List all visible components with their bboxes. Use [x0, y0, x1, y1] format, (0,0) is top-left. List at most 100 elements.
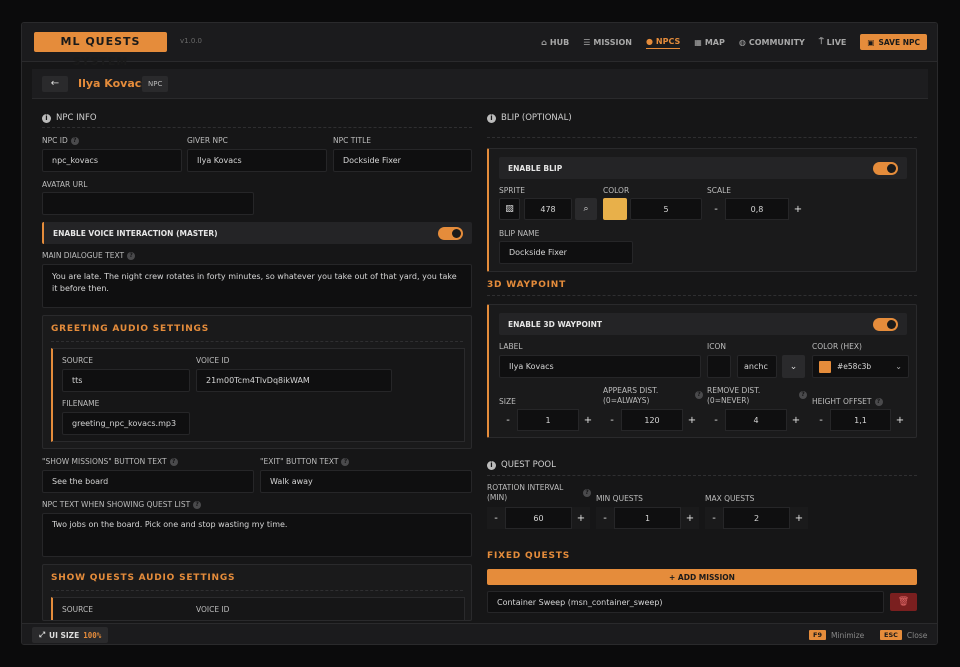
nav-mission[interactable]: ☰ MISSION: [583, 32, 632, 52]
add-mission-button[interactable]: + ADD MISSION: [487, 569, 917, 585]
info-icon: i: [487, 460, 496, 470]
antenna-icon: ⍑: [818, 37, 824, 46]
decrement-button[interactable]: -: [707, 198, 725, 220]
rotation-interval-stepper[interactable]: -60 +: [487, 507, 590, 529]
source-input[interactable]: tts: [62, 369, 190, 392]
greeting-audio-title: GREETING AUDIO SETTINGS: [51, 324, 210, 334]
decrement-button[interactable]: -: [596, 507, 614, 529]
min-quests-stepper[interactable]: -1 +: [596, 507, 699, 529]
icon-input[interactable]: anchc: [737, 355, 777, 378]
decrement-button[interactable]: -: [499, 409, 517, 431]
scale-stepper[interactable]: -0,8 +: [707, 198, 807, 220]
voice-interaction-toggle[interactable]: [438, 226, 463, 240]
size-value[interactable]: 1: [517, 409, 579, 431]
min-quests-value[interactable]: 1: [614, 507, 681, 529]
help-icon: ?: [341, 457, 350, 466]
minimize-hint[interactable]: F9 Minimize: [809, 630, 864, 640]
sprite-input[interactable]: 478: [524, 198, 572, 220]
chevron-down-icon[interactable]: ⌄: [782, 355, 805, 378]
rotation-interval-label: ROTATION INTERVAL (MIN): [487, 483, 564, 502]
max-quests-value[interactable]: 2: [723, 507, 790, 529]
search-icon[interactable]: ⌕: [575, 198, 597, 220]
waypoint-label-input[interactable]: Ilya Kovacs: [499, 355, 701, 378]
appears-dist-label: APPEARS DIST. (0=ALWAYS): [603, 386, 659, 405]
rotation-interval-value[interactable]: 60: [505, 507, 572, 529]
nav-live[interactable]: ⍑ LIVE: [819, 32, 847, 52]
decrement-button[interactable]: -: [707, 409, 725, 431]
nav-community[interactable]: ◍ COMMUNITY: [739, 32, 805, 52]
greeting-audio-inner: SOURCE tts VOICE ID 21m00Tcm4TlvDq8ikWAM…: [51, 348, 465, 442]
color-hex-select[interactable]: #e58c3b ⌄: [812, 355, 909, 378]
filename-input[interactable]: greeting_npc_kovacs.mp3: [62, 412, 190, 435]
increment-button[interactable]: +: [789, 198, 807, 220]
ui-size-button[interactable]: ⤢ UI SIZE 100%: [32, 627, 109, 643]
height-offset-stepper[interactable]: -1,1 +: [812, 409, 909, 431]
increment-button[interactable]: +: [681, 507, 699, 529]
source-label: SOURCE: [62, 356, 93, 365]
main-dialogue-textarea[interactable]: You are late. The night crew rotates in …: [42, 264, 472, 308]
size-stepper[interactable]: -1 +: [499, 409, 597, 431]
npc-header: ← Ilya Kovacs NPC: [32, 69, 928, 99]
globe-icon: ◍: [738, 37, 746, 47]
npc-id-input[interactable]: npc_kovacs: [42, 149, 182, 172]
nav-npcs[interactable]: ● NPCS: [645, 35, 681, 49]
quest-list-textarea[interactable]: Two jobs on the board. Pick one and stop…: [42, 513, 472, 557]
voice-id-label: VOICE ID: [196, 356, 230, 365]
main-dialogue-label: MAIN DIALOGUE TEXT?: [42, 251, 136, 260]
increment-button[interactable]: +: [790, 507, 808, 529]
enable-blip-toggle[interactable]: [873, 161, 898, 175]
appears-dist-stepper[interactable]: -120 +: [603, 409, 701, 431]
help-icon: ?: [193, 500, 202, 509]
color-swatch[interactable]: [603, 198, 627, 220]
increment-button[interactable]: +: [572, 507, 590, 529]
help-icon: ?: [874, 397, 883, 406]
npc-tag: NPC: [142, 76, 169, 92]
person-icon: ●: [645, 37, 653, 46]
nav-hub[interactable]: ⌂ HUB: [541, 32, 569, 52]
height-offset-value[interactable]: 1,1: [830, 409, 891, 431]
decrement-button[interactable]: -: [487, 507, 505, 529]
color-input[interactable]: 5: [630, 198, 702, 220]
increment-button[interactable]: +: [683, 409, 701, 431]
min-quests-label: MIN QUESTS: [596, 494, 643, 503]
trash-icon[interactable]: 🗑: [890, 593, 917, 611]
resize-icon: ⤢: [39, 630, 45, 639]
remove-dist-value[interactable]: 4: [725, 409, 787, 431]
decrement-button[interactable]: -: [603, 409, 621, 431]
divider: [487, 295, 917, 296]
max-quests-stepper[interactable]: -2 +: [705, 507, 808, 529]
show-missions-label: "SHOW MISSIONS" BUTTON TEXT?: [42, 457, 178, 466]
blip-name-input[interactable]: Dockside Fixer: [499, 241, 633, 264]
appears-dist-value[interactable]: 120: [621, 409, 683, 431]
show-missions-input[interactable]: See the board: [42, 470, 254, 493]
avatar-url-input[interactable]: [42, 192, 254, 215]
back-button[interactable]: ←: [42, 76, 68, 92]
voice-id-input[interactable]: 21m00Tcm4TlvDq8ikWAM: [196, 369, 392, 392]
sprite-preview-icon[interactable]: ▨: [499, 198, 520, 220]
increment-button[interactable]: +: [787, 409, 805, 431]
exit-button-input[interactable]: Walk away: [260, 470, 472, 493]
list-icon: ☰: [583, 37, 591, 47]
decrement-button[interactable]: -: [812, 409, 830, 431]
blip-panel: ENABLE BLIP SPRITE ▨ 478 ⌕ COLOR 5 SCALE…: [487, 148, 917, 272]
remove-dist-stepper[interactable]: -4 +: [707, 409, 805, 431]
scale-label: SCALE: [707, 186, 732, 195]
f9-key: F9: [809, 630, 826, 640]
icon-preview[interactable]: [707, 355, 731, 378]
giver-npc-label: GIVER NPC: [187, 136, 228, 145]
enable-waypoint-toggle[interactable]: [873, 317, 898, 331]
fixed-quest-item: Container Sweep (msn_container_sweep): [487, 591, 884, 613]
show-quests-audio-inner: SOURCE VOICE ID: [51, 597, 465, 620]
npc-title-input[interactable]: Dockside Fixer: [333, 149, 472, 172]
increment-button[interactable]: +: [579, 409, 597, 431]
increment-button[interactable]: +: [891, 409, 909, 431]
close-hint[interactable]: ESC Close: [880, 630, 927, 640]
blip-heading: i BLIP (OPTIONAL): [487, 113, 572, 123]
scale-value[interactable]: 0,8: [725, 198, 789, 220]
divider: [487, 137, 917, 138]
nav-map[interactable]: ▦ MAP: [694, 32, 725, 52]
decrement-button[interactable]: -: [705, 507, 723, 529]
main-nav: ⌂ HUB ☰ MISSION ● NPCS ▦ MAP ◍ COMMUNITY ⍑ LIV…: [541, 32, 927, 52]
giver-npc-input[interactable]: Ilya Kovacs: [187, 149, 327, 172]
save-npc-button[interactable]: ▣ SAVE NPC: [860, 34, 927, 50]
